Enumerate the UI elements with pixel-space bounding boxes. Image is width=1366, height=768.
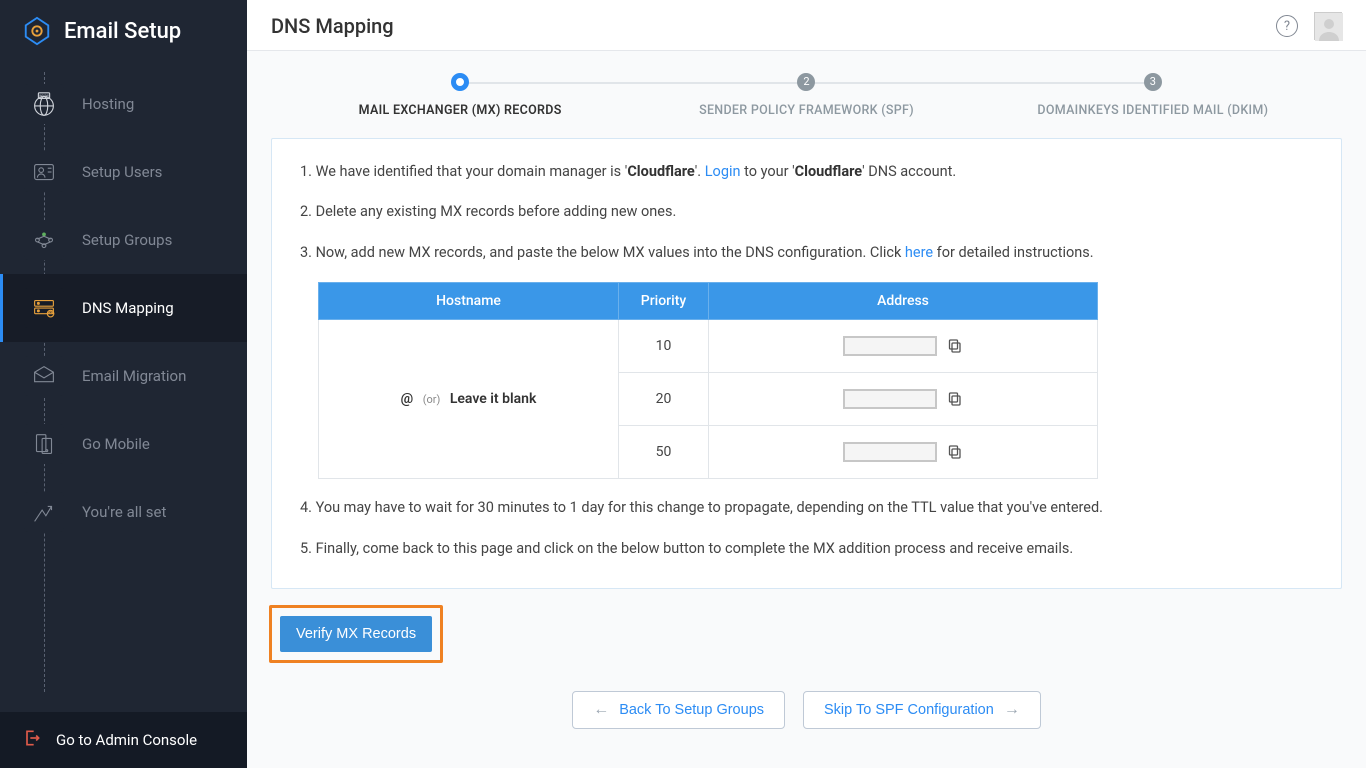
step-label: SENDER POLICY FRAMEWORK (SPF) [633, 103, 979, 118]
step-spf[interactable]: 2 SENDER POLICY FRAMEWORK (SPF) [633, 73, 979, 118]
avatar[interactable] [1314, 12, 1342, 40]
instruction-2: 2. Delete any existing MX records before… [300, 201, 1313, 223]
instructions-panel: 1. We have identified that your domain m… [271, 138, 1342, 589]
sidebar-item-setup-groups[interactable]: Setup Groups [0, 206, 247, 274]
arrow-right-icon: → [1004, 702, 1020, 718]
sidebar-item-email-migration[interactable]: Email Migration [0, 342, 247, 410]
users-icon [24, 152, 64, 192]
verify-mx-button[interactable]: Verify MX Records [280, 616, 432, 652]
content: MAIL EXCHANGER (MX) RECORDS 2 SENDER POL… [247, 51, 1366, 768]
instruction-1: 1. We have identified that your domain m… [300, 161, 1313, 183]
copy-icon[interactable] [947, 338, 963, 354]
sidebar-item-label: Setup Groups [82, 231, 172, 249]
sidebar-item-setup-users[interactable]: Setup Users [0, 138, 247, 206]
main: DNS Mapping ? MAIL EXCHANGER (MX) RECORD… [247, 0, 1366, 768]
envelope-icon [24, 356, 64, 396]
back-to-groups-button[interactable]: ← Back To Setup Groups [572, 691, 785, 729]
groups-icon [24, 220, 64, 260]
sidebar-footer-label: Go to Admin Console [56, 731, 197, 749]
mobile-icon [24, 424, 64, 464]
table-row: @ (or) Leave it blank 10 [319, 320, 1098, 373]
hostname-cell: @ (or) Leave it blank [319, 320, 619, 479]
brand-icon [22, 16, 52, 46]
mx-records-table: Hostname Priority Address @ (or) Leave i… [318, 282, 1098, 479]
priority-cell: 20 [619, 373, 709, 426]
sidebar-item-label: You're all set [82, 503, 166, 521]
th-priority: Priority [619, 283, 709, 320]
instruction-3: 3. Now, add new MX records, and paste th… [300, 242, 1313, 264]
login-link[interactable]: Login [705, 163, 741, 180]
step-dot: 2 [797, 73, 815, 91]
step-dot: 3 [1144, 73, 1162, 91]
svg-text:WWW: WWW [39, 94, 50, 98]
address-redacted [843, 442, 937, 462]
stepper: MAIL EXCHANGER (MX) RECORDS 2 SENDER POL… [247, 51, 1366, 128]
sidebar-item-label: Go Mobile [82, 435, 150, 453]
exit-icon [22, 728, 42, 752]
here-link[interactable]: here [905, 244, 933, 261]
step-dkim[interactable]: 3 DOMAINKEYS IDENTIFIED MAIL (DKIM) [980, 73, 1326, 118]
sidebar-item-go-mobile[interactable]: Go Mobile [0, 410, 247, 478]
copy-icon[interactable] [947, 444, 963, 460]
sidebar: Email Setup WWW Hosting Setup Users Setu… [0, 0, 247, 768]
sidebar-item-hosting[interactable]: WWW Hosting [0, 70, 247, 138]
bottom-actions: ← Back To Setup Groups Skip To SPF Confi… [247, 691, 1366, 729]
step-mx[interactable]: MAIL EXCHANGER (MX) RECORDS [287, 73, 633, 118]
page-title: DNS Mapping [271, 14, 394, 38]
button-label: Back To Setup Groups [619, 702, 764, 718]
button-label: Skip To SPF Configuration [824, 702, 994, 718]
address-redacted [843, 336, 937, 356]
sidebar-footer-admin-console[interactable]: Go to Admin Console [0, 712, 247, 768]
copy-icon[interactable] [947, 391, 963, 407]
flag-icon [24, 492, 64, 532]
address-redacted [843, 389, 937, 409]
address-cell [709, 373, 1098, 426]
help-icon[interactable]: ? [1276, 15, 1298, 37]
priority-cell: 10 [619, 320, 709, 373]
app-title: Email Setup [64, 19, 181, 44]
step-dot-active [451, 73, 469, 91]
sidebar-item-dns-mapping[interactable]: DNS Mapping [0, 274, 247, 342]
address-cell [709, 426, 1098, 479]
arrow-left-icon: ← [593, 702, 609, 718]
address-cell [709, 320, 1098, 373]
globe-icon: WWW [24, 84, 64, 124]
sidebar-item-label: Setup Users [82, 163, 162, 181]
skip-to-spf-button[interactable]: Skip To SPF Configuration → [803, 691, 1041, 729]
sidebar-item-label: Email Migration [82, 367, 186, 385]
th-hostname: Hostname [319, 283, 619, 320]
topbar: DNS Mapping ? [247, 0, 1366, 51]
instruction-5: 5. Finally, come back to this page and c… [300, 538, 1313, 560]
sidebar-header: Email Setup [0, 0, 247, 64]
priority-cell: 50 [619, 426, 709, 479]
server-icon [24, 288, 64, 328]
sidebar-item-label: DNS Mapping [82, 299, 174, 317]
verify-highlight: Verify MX Records [269, 605, 443, 663]
th-address: Address [709, 283, 1098, 320]
instruction-4: 4. You may have to wait for 30 minutes t… [300, 497, 1313, 519]
sidebar-item-all-set[interactable]: You're all set [0, 478, 247, 546]
sidebar-item-label: Hosting [82, 95, 134, 113]
step-label: MAIL EXCHANGER (MX) RECORDS [287, 103, 633, 118]
step-label: DOMAINKEYS IDENTIFIED MAIL (DKIM) [980, 103, 1326, 118]
sidebar-nav: WWW Hosting Setup Users Setup Groups [0, 64, 247, 712]
